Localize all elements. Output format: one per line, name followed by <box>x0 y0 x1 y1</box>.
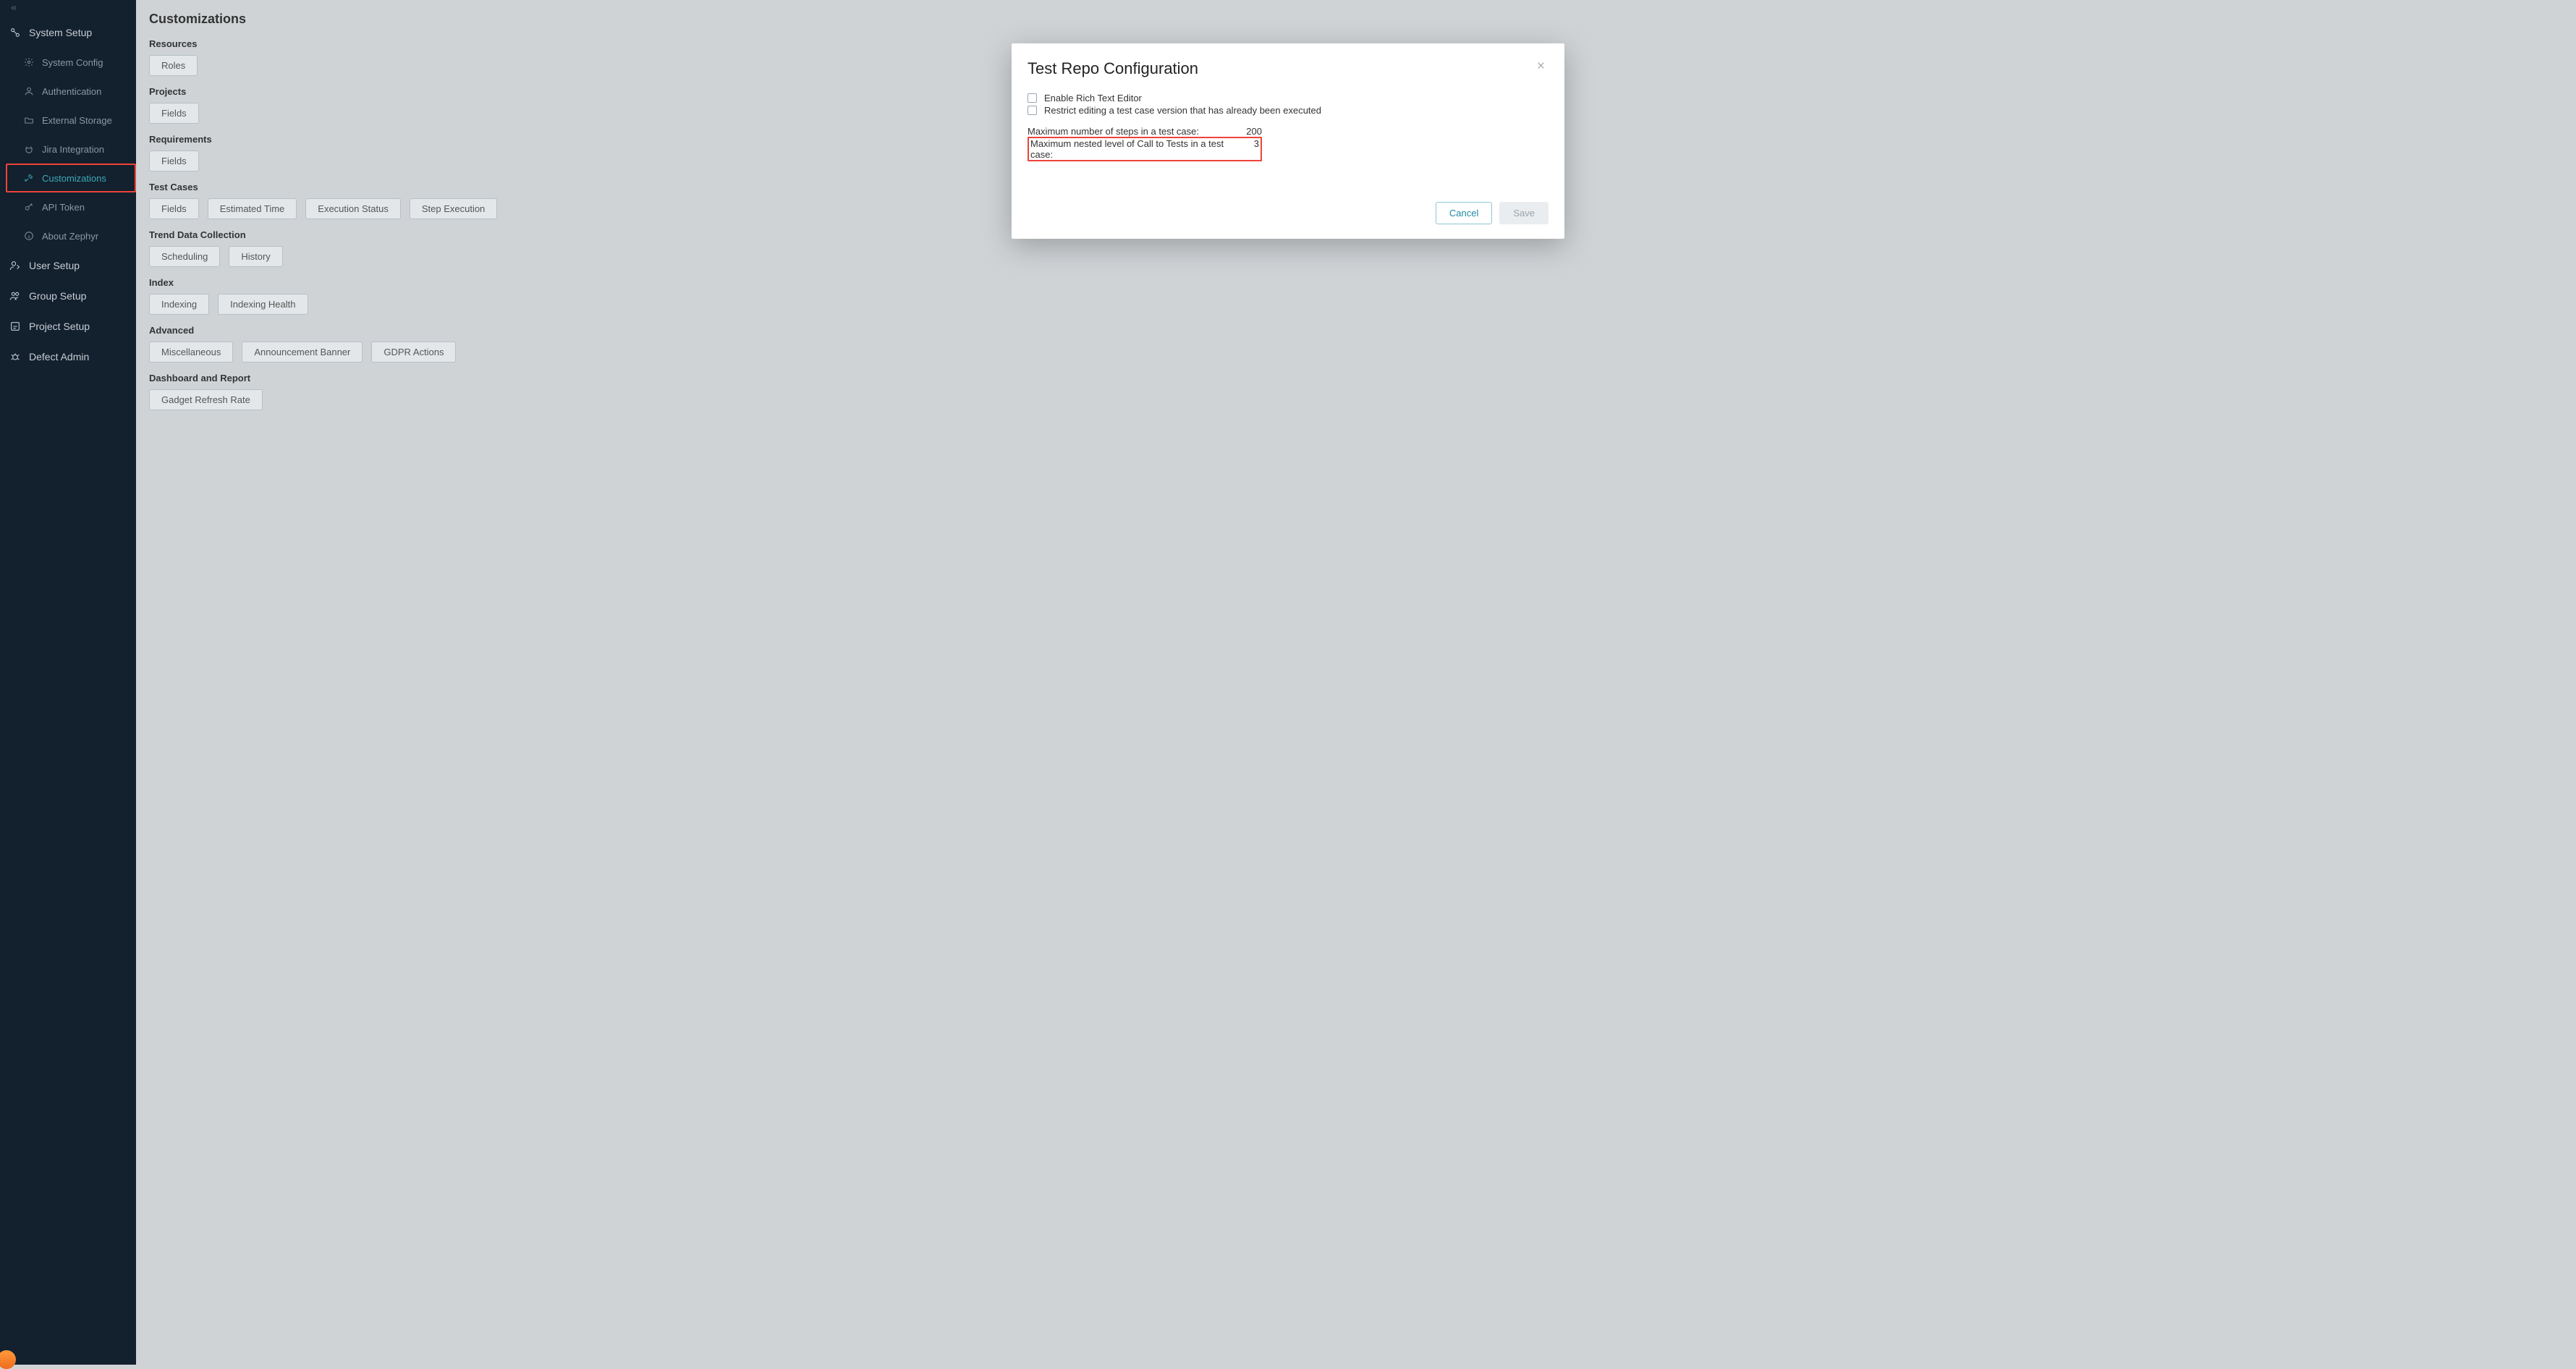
sidebar-item-api-token[interactable]: API Token <box>0 192 136 221</box>
max-nested-label: Maximum nested level of Call to Tests in… <box>1030 138 1226 160</box>
save-button[interactable]: Save <box>1499 202 1548 224</box>
close-icon <box>1536 61 1546 73</box>
sidebar-group-system-setup[interactable]: System Setup <box>0 17 136 48</box>
section-button[interactable]: Fields <box>149 198 199 219</box>
section-title: Index <box>149 277 2563 288</box>
section-button[interactable]: Gadget Refresh Rate <box>149 389 263 410</box>
sidebar-group-label: Group Setup <box>29 290 86 302</box>
section-button[interactable]: Roles <box>149 55 198 76</box>
section-button-row: Indexing Indexing Health <box>149 294 2563 315</box>
section-button[interactable]: Execution Status <box>305 198 401 219</box>
section-button-row: Miscellaneous Announcement Banner GDPR Act… <box>149 342 2563 363</box>
info-icon <box>23 230 35 242</box>
section-button-row: Scheduling History <box>149 246 2563 267</box>
section-button[interactable]: History <box>229 246 282 267</box>
section: Advanced Miscellaneous Announcement Banner… <box>149 325 2563 363</box>
section-button[interactable]: Announcement Banner <box>242 342 363 363</box>
modal-title: Test Repo Configuration <box>1028 59 1198 78</box>
highlighted-row: Maximum nested level of Call to Tests in… <box>1028 137 1262 161</box>
key-icon <box>23 201 35 213</box>
user-icon <box>23 85 35 97</box>
project-icon <box>9 320 22 333</box>
sidebar-item-system-config[interactable]: System Config <box>0 48 136 77</box>
folder-icon <box>23 114 35 126</box>
sidebar-group-label: Project Setup <box>29 321 90 332</box>
sidebar-group-label: System Setup <box>29 27 92 38</box>
users-icon <box>9 289 22 302</box>
sidebar-item-external-storage[interactable]: External Storage <box>0 106 136 135</box>
sidebar-group-project-setup[interactable]: Project Setup <box>0 311 136 342</box>
sidebar-item-authentication[interactable]: Authentication <box>0 77 136 106</box>
sidebar-group-user-setup[interactable]: User Setup <box>0 250 136 281</box>
section-title: Dashboard and Report <box>149 373 2563 383</box>
chevron-double-left-icon <box>10 4 17 14</box>
plug-icon <box>23 143 35 155</box>
sidebar-item-label: External Storage <box>42 115 112 126</box>
sidebar-item-customizations[interactable]: Customizations <box>6 164 136 192</box>
cancel-button[interactable]: Cancel <box>1436 202 1492 224</box>
tools-icon <box>23 172 35 184</box>
max-nested-value[interactable]: 3 <box>1226 138 1259 160</box>
section-title: Advanced <box>149 325 2563 336</box>
checkbox-label: Restrict editing a test case version tha… <box>1044 105 1321 116</box>
section: Index Indexing Indexing Health <box>149 277 2563 315</box>
sidebar-item-label: Authentication <box>42 86 101 97</box>
section-button[interactable]: Fields <box>149 103 199 124</box>
sidebar-item-label: Jira Integration <box>42 144 104 155</box>
section-button[interactable]: Miscellaneous <box>149 342 233 363</box>
modal-test-repo-configuration: Test Repo Configuration Enable Rich Text… <box>1012 43 1564 239</box>
section-button[interactable]: GDPR Actions <box>371 342 456 363</box>
sidebar-item-jira-integration[interactable]: Jira Integration <box>0 135 136 164</box>
section-button[interactable]: Fields <box>149 151 199 171</box>
section-button[interactable]: Scheduling <box>149 246 220 267</box>
sidebar-group-defect-admin[interactable]: Defect Admin <box>0 342 136 372</box>
sidebar-item-label: Customizations <box>42 173 106 184</box>
user-setup-icon <box>9 259 22 272</box>
checkbox-restrict-editing[interactable] <box>1028 106 1037 115</box>
sidebar-item-label: System Config <box>42 57 103 68</box>
checkbox-label: Enable Rich Text Editor <box>1044 93 1142 103</box>
sidebar-item-about-zephyr[interactable]: About Zephyr <box>0 221 136 250</box>
max-steps-label: Maximum number of steps in a test case: <box>1028 126 1199 137</box>
max-steps-value[interactable]: 200 <box>1224 126 1262 137</box>
section-button[interactable]: Indexing <box>149 294 209 315</box>
sidebar-group-group-setup[interactable]: Group Setup <box>0 281 136 311</box>
gear-icon <box>23 56 35 68</box>
bug-icon <box>9 350 22 363</box>
section-button[interactable]: Step Execution <box>410 198 497 219</box>
section-button[interactable]: Estimated Time <box>208 198 297 219</box>
sidebar-item-label: About Zephyr <box>42 231 98 242</box>
sidebar-group-label: User Setup <box>29 260 80 271</box>
checkbox-enable-rich-text[interactable] <box>1028 93 1037 103</box>
avatar[interactable] <box>0 1350 16 1369</box>
sidebar-collapse-toggle[interactable] <box>0 0 136 17</box>
sidebar: System Setup System Config Authenticatio… <box>0 0 136 1365</box>
section-button[interactable]: Indexing Health <box>218 294 308 315</box>
section-button-row: Gadget Refresh Rate <box>149 389 2563 410</box>
modal-close-button[interactable] <box>1533 59 1548 75</box>
section: Dashboard and Report Gadget Refresh Rate <box>149 373 2563 410</box>
sidebar-item-label: API Token <box>42 202 85 213</box>
sidebar-group-label: Defect Admin <box>29 351 89 363</box>
gear-network-icon <box>9 26 22 39</box>
page-title: Customizations <box>136 0 2576 38</box>
